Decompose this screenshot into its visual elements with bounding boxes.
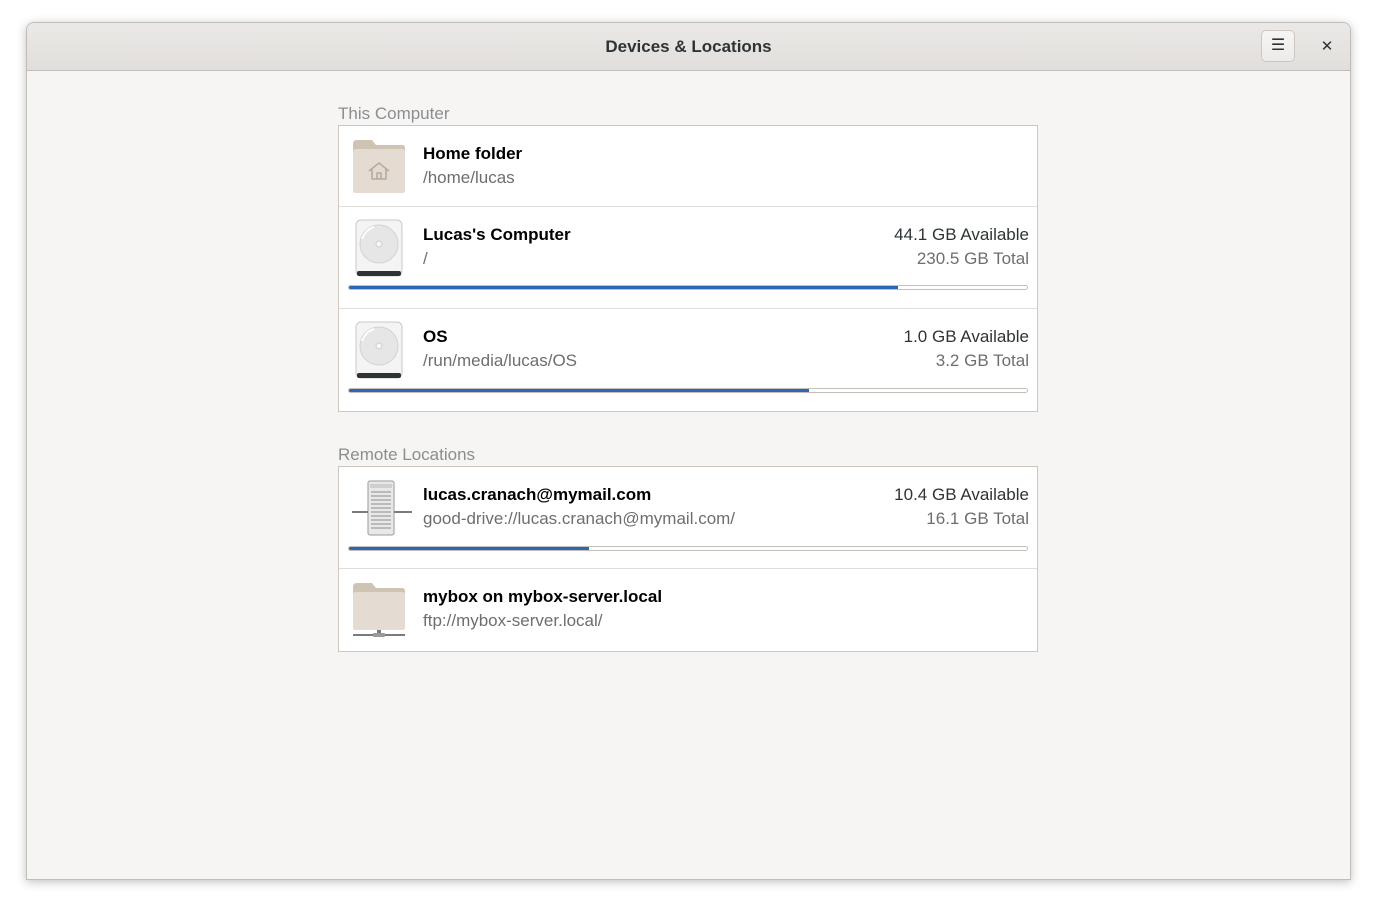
total-space: 230.5 GB Total xyxy=(916,249,1029,268)
menu-button[interactable]: ☰ xyxy=(1261,30,1295,62)
item-path: ftp://mybox-server.local/ xyxy=(423,611,603,630)
section-label-this-computer: This Computer xyxy=(338,104,450,123)
available-space: 44.1 GB Available xyxy=(894,225,1029,244)
usage-bar xyxy=(348,546,1028,551)
window-title: Devices & Locations xyxy=(605,37,772,56)
usage-bar-fill xyxy=(349,389,810,392)
list-item-good-drive[interactable]: lucas.cranach@mymail.com good-drive://lu… xyxy=(339,467,1037,569)
hamburger-menu-icon: ☰ xyxy=(1270,37,1286,54)
available-space: 10.4 GB Available xyxy=(894,485,1029,504)
item-path: good-drive://lucas.cranach@mymail.com/ xyxy=(423,509,736,528)
network-folder-icon xyxy=(352,581,406,639)
close-icon: ✕ xyxy=(1320,38,1334,55)
item-path: /home/lucas xyxy=(423,168,515,187)
item-name: OS xyxy=(423,327,448,346)
hard-drive-icon xyxy=(352,219,406,277)
devices-locations-window: Devices & Locations ☰ ✕ This Computer Ho… xyxy=(26,22,1351,880)
item-name: Home folder xyxy=(423,144,523,163)
item-path: / xyxy=(423,249,428,268)
network-server-icon xyxy=(352,479,412,537)
item-name: lucas.cranach@mymail.com xyxy=(423,485,652,504)
home-folder-icon xyxy=(352,138,406,196)
list-item-lucas-computer[interactable]: Lucas's Computer / 44.1 GB Available 230… xyxy=(339,207,1037,309)
total-space: 3.2 GB Total xyxy=(935,351,1029,370)
available-space: 1.0 GB Available xyxy=(903,327,1029,346)
header-bar: Devices & Locations ☰ ✕ xyxy=(27,23,1350,71)
usage-bar-fill xyxy=(349,547,589,550)
usage-bar-fill xyxy=(349,286,898,289)
list-item-home-folder[interactable]: Home folder /home/lucas xyxy=(339,126,1037,207)
list-item-mybox[interactable]: mybox on mybox-server.local ftp://mybox-… xyxy=(339,569,1037,650)
total-space: 16.1 GB Total xyxy=(926,509,1029,528)
close-button[interactable]: ✕ xyxy=(1311,30,1343,62)
remote-locations-list: lucas.cranach@mymail.com good-drive://lu… xyxy=(338,466,1038,652)
usage-bar xyxy=(348,285,1028,290)
list-item-os[interactable]: OS /run/media/lucas/OS 1.0 GB Available … xyxy=(339,309,1037,410)
item-name: mybox on mybox-server.local xyxy=(423,587,663,606)
item-name: Lucas's Computer xyxy=(423,225,571,244)
hard-drive-icon xyxy=(352,321,406,379)
usage-bar xyxy=(348,388,1028,393)
section-label-remote-locations: Remote Locations xyxy=(338,445,476,464)
this-computer-list: Home folder /home/lucas Lucas's Computer… xyxy=(338,125,1038,412)
item-path: /run/media/lucas/OS xyxy=(423,351,578,370)
